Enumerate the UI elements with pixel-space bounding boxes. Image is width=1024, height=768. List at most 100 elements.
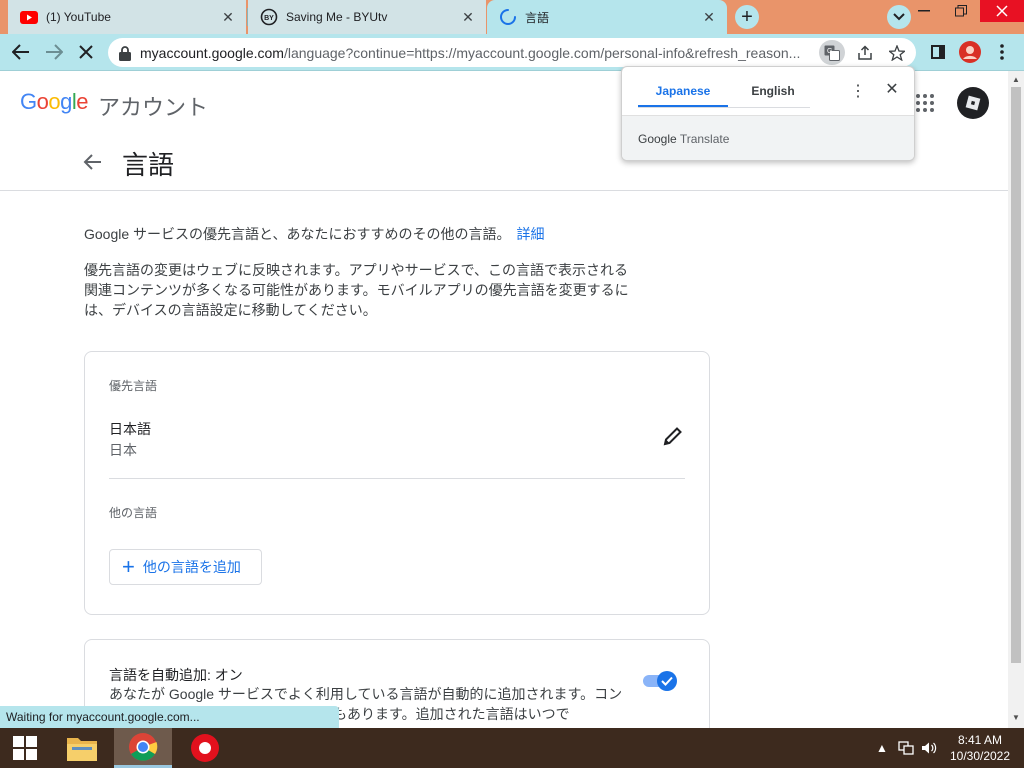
add-language-button[interactable]: + 他の言語を追加	[109, 549, 262, 585]
clock-time: 8:41 AM	[957, 733, 1003, 747]
lock-icon	[119, 45, 131, 61]
windows-taskbar: ▲ 8:41 AM 10/30/2022	[0, 728, 1024, 768]
loading-spinner-icon	[499, 8, 517, 26]
address-bar[interactable]: myaccount.google.com/language?continue=h…	[108, 38, 916, 67]
tab-japanese[interactable]: Japanese	[638, 75, 728, 107]
close-icon	[79, 45, 93, 59]
windows-icon	[13, 736, 37, 760]
menu-button[interactable]	[988, 38, 1016, 66]
plus-icon: +	[122, 554, 135, 579]
restore-button[interactable]	[943, 0, 979, 22]
page-title: 言語	[122, 150, 175, 180]
url-path: /language?continue=https://myaccount.goo…	[283, 44, 801, 61]
details-link[interactable]: 詳細	[516, 226, 544, 242]
add-language-label: 他の言語を追加	[142, 559, 241, 575]
pencil-icon[interactable]	[661, 424, 685, 448]
byutv-icon: BY	[260, 8, 278, 26]
tray-overflow-icon[interactable]: ▲	[876, 728, 888, 768]
tab-english[interactable]: English	[728, 75, 818, 107]
clock-date: 10/30/2022	[949, 749, 1011, 763]
svg-text:G: G	[827, 48, 832, 55]
side-panel-icon	[931, 45, 945, 59]
tab-close-icon[interactable]: ✕	[460, 9, 476, 25]
share-button[interactable]	[852, 40, 878, 65]
share-icon	[858, 44, 872, 60]
status-bubble: Waiting for myaccount.google.com...	[0, 706, 339, 728]
page-content: Google アカウント 言語 Google サービスの優先言語と、あなたにおす…	[0, 71, 1008, 728]
translate-page-button[interactable]: G	[819, 40, 845, 65]
tab-underline	[638, 107, 810, 108]
chevron-down-icon	[893, 13, 905, 21]
stop-loading-button[interactable]	[72, 38, 100, 66]
header-divider	[0, 190, 1008, 191]
volume-icon[interactable]	[921, 728, 937, 768]
tab-youtube[interactable]: (1) YouTube ✕	[8, 0, 246, 34]
translate-product: Translate	[679, 132, 730, 146]
profile-button[interactable]	[956, 38, 984, 66]
side-panel-button[interactable]	[924, 38, 952, 66]
window-close-button[interactable]	[980, 0, 1024, 22]
browser-titlebar: (1) YouTube ✕ BY Saving Me - BYUtv ✕ 言語 …	[0, 0, 1024, 34]
url-text[interactable]: myaccount.google.com/language?continue=h…	[140, 45, 840, 61]
preferred-language-label: 優先言語	[109, 379, 158, 393]
translate-icon: G	[824, 45, 840, 61]
close-icon	[996, 5, 1008, 17]
translate-popup: Japanese English ⋮ ✕ Google Translate	[621, 66, 915, 161]
avatar-icon	[959, 41, 981, 63]
plus-icon: +	[741, 5, 753, 28]
other-languages-label: 他の言語	[109, 506, 158, 520]
account-label: アカウント	[98, 95, 209, 120]
translate-footer: Google Translate	[622, 115, 914, 160]
toggle-knob	[657, 671, 677, 691]
google-translate-brand: Google Translate	[638, 132, 729, 146]
arrow-right-icon	[46, 44, 63, 60]
tab-close-icon[interactable]: ✕	[701, 9, 717, 25]
scrollbar-thumb[interactable]	[1011, 87, 1021, 663]
minimize-button[interactable]	[906, 0, 942, 22]
apps-grid-icon[interactable]	[916, 94, 934, 112]
taskbar-file-explorer[interactable]	[57, 728, 107, 768]
back-arrow-icon[interactable]	[82, 151, 104, 173]
bookmark-button[interactable]	[884, 40, 910, 65]
preferred-language-card: 優先言語 日本語 日本 他の言語 + 他の言語を追加	[84, 351, 710, 615]
roblox-icon	[965, 95, 981, 111]
tab-language[interactable]: 言語 ✕	[487, 0, 727, 34]
translate-language-tabs: Japanese English	[638, 75, 818, 107]
folder-icon	[67, 738, 97, 761]
tab-byutv[interactable]: BY Saving Me - BYUtv ✕	[248, 0, 486, 34]
url-host: myaccount.google.com	[140, 44, 284, 61]
description-text: 優先言語の変更はウェブに反映されます。アプリやサービスで、この言語で表示される関…	[84, 262, 629, 318]
account-avatar[interactable]	[957, 87, 989, 119]
page-scrollbar[interactable]: ▲ ▼	[1008, 71, 1024, 728]
google-brand: Google	[638, 132, 677, 146]
forward-nav-button[interactable]	[40, 38, 68, 66]
taskbar-chrome[interactable]	[114, 728, 172, 768]
preferred-language-name: 日本語	[109, 421, 151, 437]
close-icon[interactable]: ✕	[882, 79, 902, 99]
auto-add-toggle[interactable]	[641, 670, 679, 692]
tab-title: Saving Me - BYUtv	[286, 10, 388, 24]
start-button[interactable]	[0, 728, 50, 768]
taskbar-recorder[interactable]	[180, 728, 230, 768]
check-icon	[661, 676, 673, 686]
svg-text:BY: BY	[264, 15, 274, 22]
scroll-down-icon[interactable]: ▼	[1012, 713, 1020, 722]
scroll-up-icon[interactable]: ▲	[1012, 75, 1020, 84]
minimize-icon	[918, 10, 930, 12]
auto-add-heading: 言語を自動追加: オン	[109, 667, 243, 683]
network-icon[interactable]	[898, 728, 914, 768]
back-nav-button[interactable]	[7, 38, 35, 66]
tab-close-icon[interactable]: ✕	[220, 9, 236, 25]
restore-icon	[955, 5, 967, 17]
tab-title: 言語	[525, 10, 550, 25]
preferred-language-region: 日本	[109, 442, 137, 458]
system-clock[interactable]: 8:41 AM 10/30/2022	[942, 732, 1018, 764]
card-divider	[109, 478, 685, 479]
youtube-icon	[20, 8, 38, 26]
new-tab-button[interactable]: +	[735, 5, 759, 29]
more-vert-icon	[1000, 44, 1004, 60]
star-icon	[889, 44, 905, 61]
more-options-icon[interactable]: ⋮	[850, 81, 866, 101]
intro-sentence: Google サービスの優先言語と、あなたにおすすめのその他の言語。	[84, 226, 511, 242]
google-logo[interactable]: Google	[20, 89, 89, 115]
